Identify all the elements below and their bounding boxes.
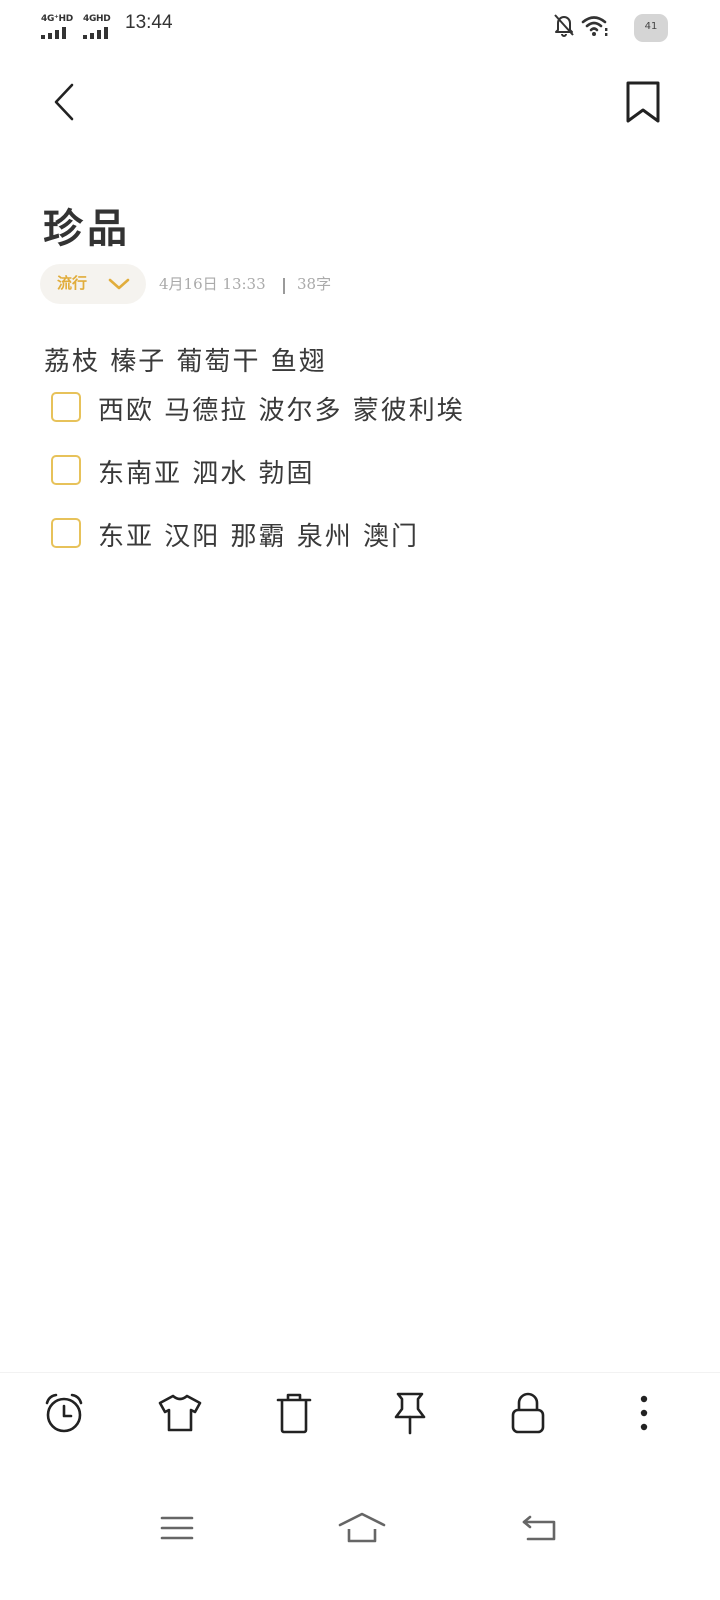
back-button[interactable] <box>40 78 88 126</box>
pin-button[interactable] <box>384 1387 436 1439</box>
category-label: 流行 <box>57 274 88 292</box>
wifi-icon <box>581 16 608 36</box>
theme-button[interactable] <box>154 1387 206 1439</box>
home-button[interactable] <box>333 1504 391 1552</box>
checklist: 西欧 马德拉 波尔多 蒙彼利埃 东南亚 泗水 勃固 东亚 汉阳 那霸 泉州 澳门 <box>51 392 691 581</box>
status-time: 13:44 <box>125 12 173 33</box>
battery-level: 41 <box>644 21 658 32</box>
checkbox[interactable] <box>51 392 81 422</box>
lock-icon <box>511 1392 545 1434</box>
note-meta: 流行 4月16日 13:33 38字 <box>40 264 440 304</box>
note-paragraph[interactable]: 荔枝 榛子 葡萄干 鱼翅 <box>44 341 327 378</box>
trash-icon <box>276 1393 312 1434</box>
signal-bars-icon <box>41 27 66 39</box>
back-icon <box>522 1515 556 1541</box>
battery-icon: 41 <box>632 10 672 46</box>
checklist-item-text[interactable]: 东南亚 泗水 勃固 <box>98 453 315 490</box>
reminder-button[interactable] <box>38 1387 90 1439</box>
bookmark-icon <box>626 81 660 123</box>
bookmark-button[interactable] <box>619 78 667 126</box>
word-count: 38字 <box>297 275 332 293</box>
status-bar: 4G⁺HD 4GHD 13:44 41 <box>0 0 720 52</box>
note-date: 4月16日 13:33 <box>159 275 266 293</box>
shirt-icon <box>158 1394 202 1432</box>
signal-bars-icon <box>83 27 108 39</box>
chevron-left-icon <box>54 83 74 121</box>
more-button[interactable] <box>618 1387 670 1439</box>
alarm-clock-icon <box>45 1393 83 1433</box>
home-icon <box>338 1512 386 1543</box>
bell-off-icon <box>554 14 574 37</box>
delete-button[interactable] <box>268 1387 320 1439</box>
checklist-item-text[interactable]: 西欧 马德拉 波尔多 蒙彼利埃 <box>98 390 465 427</box>
note-title[interactable]: 珍品 <box>43 196 131 254</box>
checklist-item-text[interactable]: 东亚 汉阳 那霸 泉州 澳门 <box>98 516 419 553</box>
bottom-toolbar <box>0 1372 720 1455</box>
system-nav-bar <box>0 1492 720 1572</box>
menu-icon <box>160 1516 194 1540</box>
signal-1: 4G⁺HD <box>41 14 75 40</box>
checklist-item: 西欧 马德拉 波尔多 蒙彼利埃 <box>51 392 691 455</box>
menu-button[interactable] <box>153 1504 201 1552</box>
checkbox[interactable] <box>51 518 81 548</box>
pin-icon <box>394 1392 426 1435</box>
checkbox[interactable] <box>51 455 81 485</box>
category-dropdown[interactable]: 流行 <box>40 264 146 304</box>
checklist-item: 东亚 汉阳 那霸 泉州 澳门 <box>51 518 691 581</box>
more-vertical-icon <box>640 1395 648 1431</box>
signal-2-label: 4GHD <box>83 14 111 24</box>
checklist-item: 东南亚 泗水 勃固 <box>51 455 691 518</box>
meta-divider <box>283 278 285 294</box>
chevron-down-icon <box>108 278 130 290</box>
signal-2: 4GHD <box>83 14 117 40</box>
back-nav-button[interactable] <box>515 1504 563 1552</box>
lock-button[interactable] <box>502 1387 554 1439</box>
signal-1-label: 4G⁺HD <box>41 14 73 24</box>
